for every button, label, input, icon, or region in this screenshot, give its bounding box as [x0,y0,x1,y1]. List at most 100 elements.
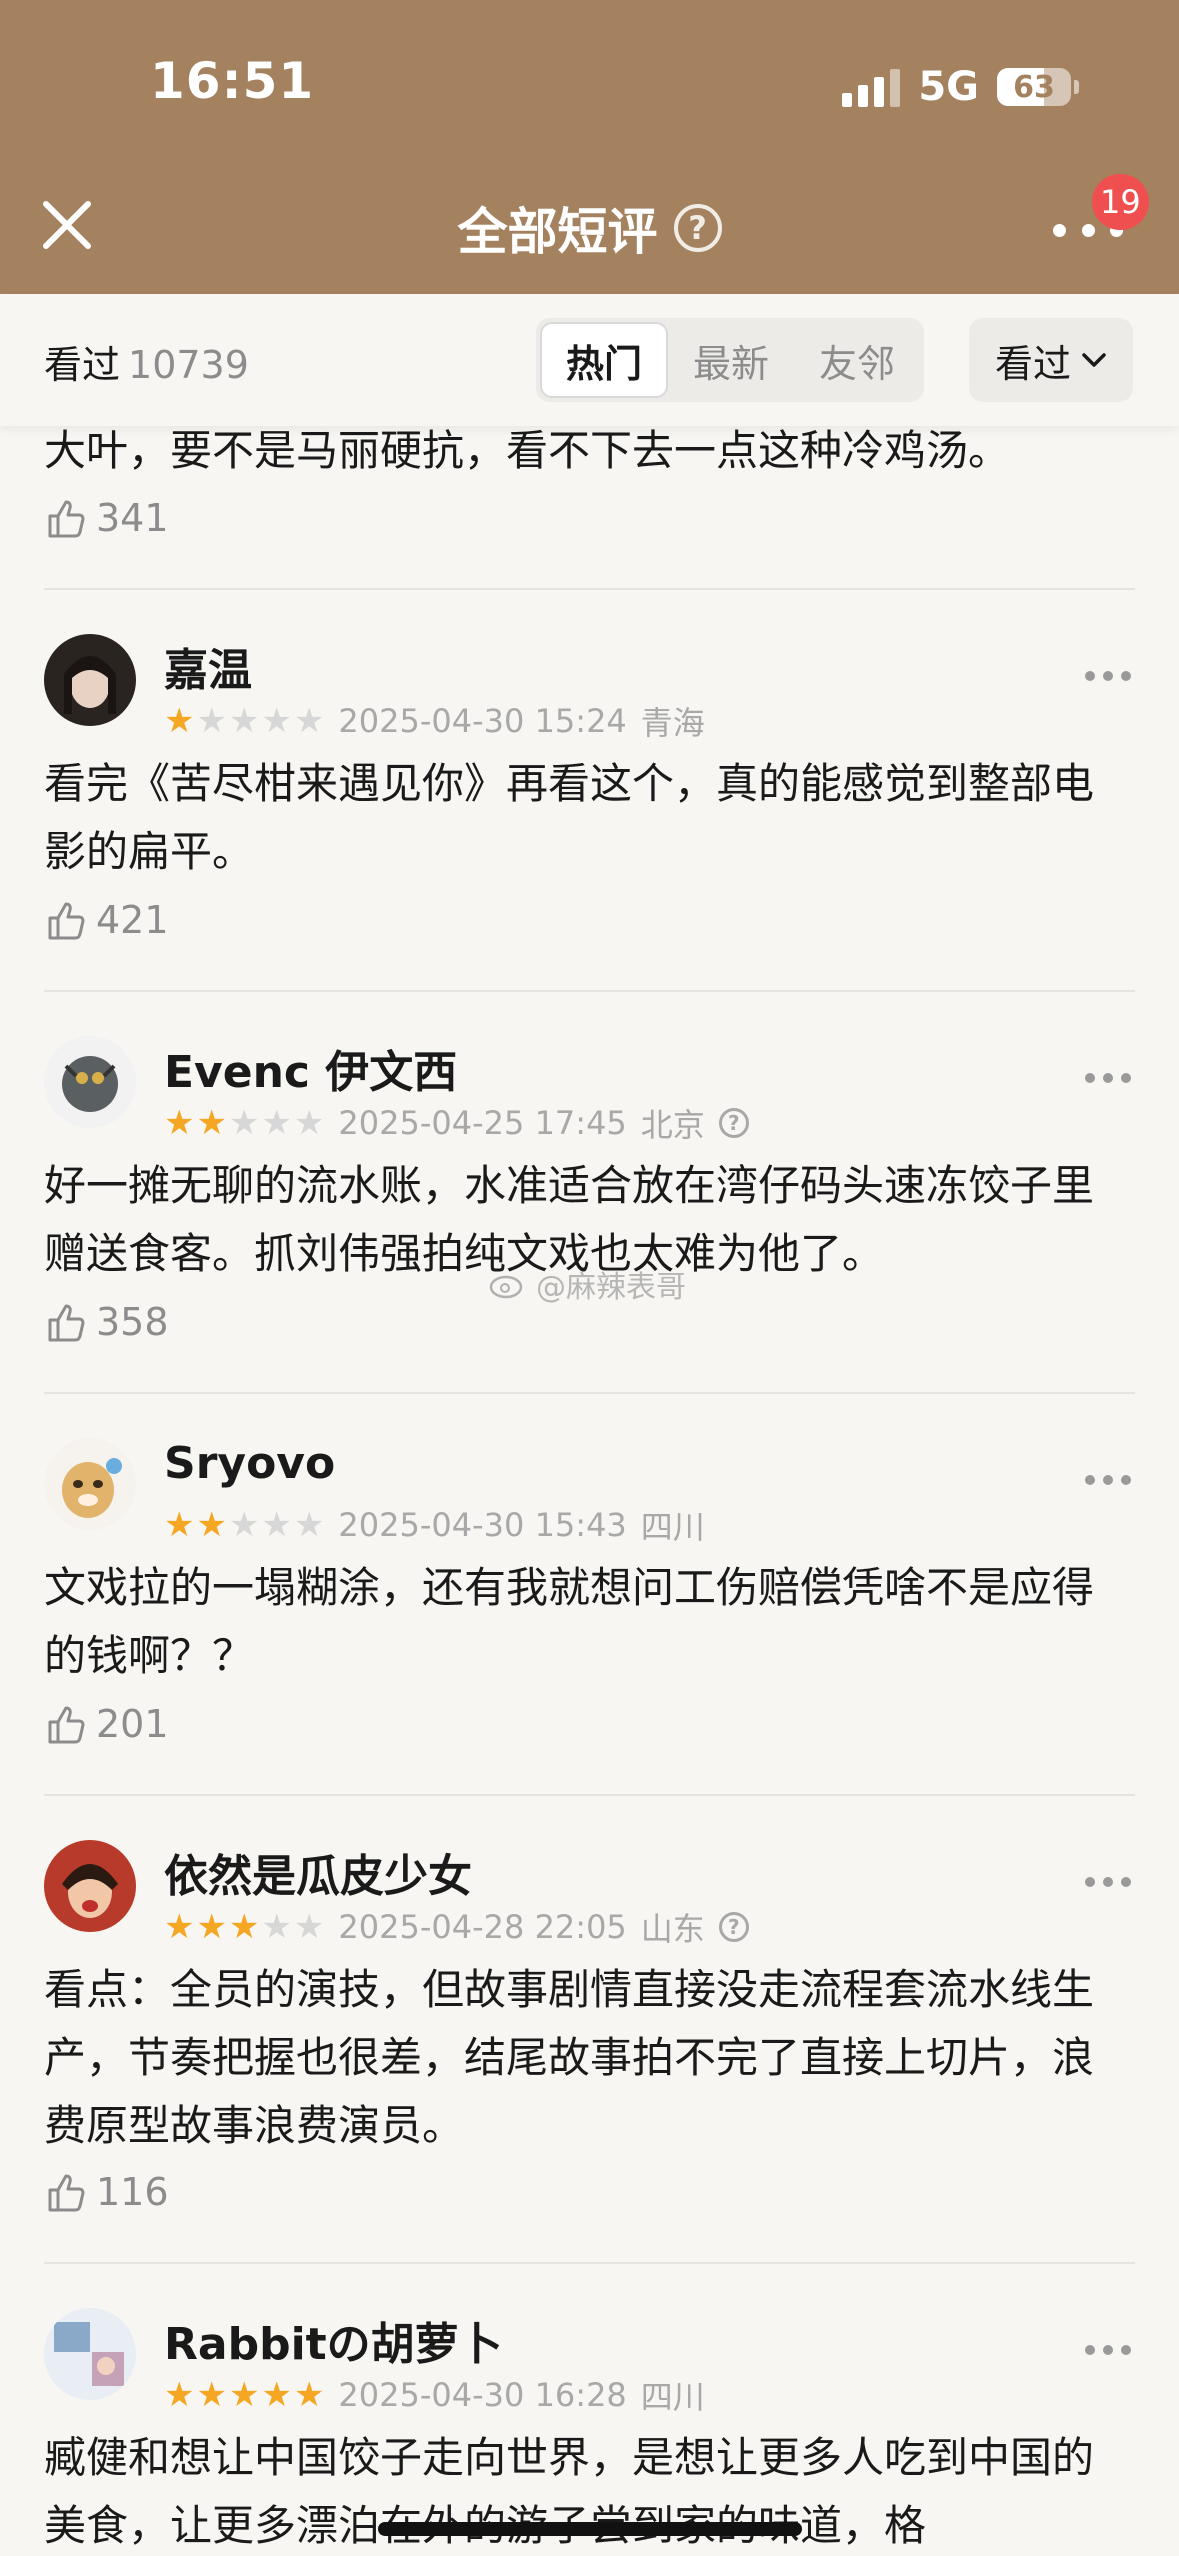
like-count: 358 [96,1300,169,1344]
avatar[interactable] [44,1840,136,1932]
comment-meta: ★ ★ ★ ★ ★ 2025-04-30 15:43 四川 [164,1502,705,1548]
like-button[interactable]: 358 [44,1300,169,1344]
rating-stars: ★ ★ ★ ★ ★ [164,704,324,738]
comment-date: 2025-04-25 17:45 [338,1104,627,1142]
avatar[interactable] [44,634,136,726]
dropdown-label: 看过 [994,341,1071,386]
watched-label: 看过 [44,343,121,387]
username[interactable]: Evenc 伊文西 [164,1036,457,1100]
watermark: @麻辣表哥 [488,1262,686,1306]
star-icon: ★ [293,1103,325,1143]
battery-icon: 63 [997,68,1079,106]
comment-text-partial: 大叶，要不是马丽硬抗，看不下去一点这种冷鸡汤。 [44,426,1011,475]
star-icon: ★ [261,1505,292,1545]
star-icon: ★ [261,1103,292,1143]
watched-filter-dropdown[interactable]: 看过 [969,318,1133,402]
thumbs-up-icon [48,902,85,940]
comment-text: 臧健和想让中国饺子走向世界，是想让更多人吃到中国的美食，让更多漂泊在外的游子尝到… [44,2433,1095,2550]
comment-date: 2025-04-30 15:24 [338,702,627,740]
star-icon: ★ [293,2375,325,2415]
ip-info-icon[interactable]: ? [718,1108,749,1138]
thumbs-up-icon [48,1304,85,1342]
comment-text: 看点：全员的演技，但故事剧情直接没走流程套流水线生产，节奏把握也很差，结尾故事拍… [44,1965,1095,2150]
star-icon: ★ [228,1103,260,1143]
rating-stars: ★ ★ ★ ★ ★ [164,2378,324,2412]
comment-date: 2025-04-30 15:43 [338,1506,627,1544]
comment-date: 2025-04-28 22:05 [338,1908,627,1946]
like-button[interactable]: 201 [44,1702,169,1746]
tab-friends[interactable]: 友邻 [794,322,920,398]
star-icon: ★ [293,1907,325,1947]
comment-location: 北京 [640,1106,705,1144]
rating-stars: ★ ★ ★ ★ ★ [164,1910,324,1944]
thumbs-up-icon [48,1706,85,1744]
username[interactable]: Rabbitの胡萝卜 [164,2308,503,2372]
username[interactable]: 依然是瓜皮少女 [164,1840,472,1904]
status-time: 16:51 [150,52,315,110]
ip-info-icon[interactable]: ? [718,1912,749,1942]
tab-hot[interactable]: 热门 [540,322,668,398]
like-count: 421 [96,898,169,942]
comment-location: 四川 [640,1508,705,1546]
comment-more-button[interactable] [1085,1474,1131,1486]
star-icon: ★ [261,1907,292,1947]
comment-text: 看完《苦尽柑来遇见你》再看这个，真的能感觉到整部电影的扁平。 [44,759,1095,876]
star-icon: ★ [293,701,325,741]
home-indicator[interactable] [378,2522,802,2536]
page-title: 全部短评 ? [0,192,1179,264]
star-icon: ★ [293,1505,325,1545]
star-icon: ★ [196,2375,227,2415]
comment-date: 2025-04-30 16:28 [338,2376,627,2414]
comment-location: 四川 [640,2378,705,2416]
help-icon[interactable]: ? [673,204,722,252]
star-icon: ★ [164,2375,195,2415]
watched-number: 10739 [128,343,249,387]
watermark-text: @麻辣表哥 [536,1270,686,1305]
divider [44,990,1135,992]
comment-meta: ★ ★ ★ ★ ★ 2025-04-30 16:28 四川 [164,2372,705,2418]
divider [44,1392,1135,1394]
status-icons: 5G 63 [842,62,1079,112]
username[interactable]: Sryovo [164,1438,335,1489]
comment-more-button[interactable] [1085,670,1131,682]
watched-count: 看过 10739 [44,334,249,389]
star-icon: ★ [196,1505,227,1545]
star-icon: ★ [164,1505,195,1545]
username[interactable]: 嘉温 [164,634,252,698]
star-icon: ★ [196,1907,227,1947]
like-button[interactable]: 341 [44,496,169,540]
avatar[interactable] [44,1036,136,1128]
divider [44,1794,1135,1796]
signal-icon [842,67,901,107]
like-button[interactable]: 421 [44,898,169,942]
tab-latest[interactable]: 最新 [668,322,794,398]
comment-text: 文戏拉的一塌糊涂，还有我就想问工伤赔偿凭啥不是应得的钱啊？？ [44,1563,1095,1680]
page-title-text: 全部短评 [457,203,658,261]
star-icon: ★ [164,1103,195,1143]
star-icon: ★ [228,1907,260,1947]
star-icon: ★ [228,701,260,741]
star-icon: ★ [228,2375,260,2415]
rating-stars: ★ ★ ★ ★ ★ [164,1106,324,1140]
battery-level: 63 [1013,69,1055,105]
like-button[interactable]: 116 [44,2170,169,2214]
star-icon: ★ [164,701,195,741]
star-icon: ★ [196,1103,227,1143]
sort-tabs: 热门 最新 友邻 [536,318,924,402]
comment-more-button[interactable] [1085,1876,1131,1888]
like-count: 341 [96,496,169,540]
rating-stars: ★ ★ ★ ★ ★ [164,1508,324,1542]
comment-more-button[interactable] [1085,1072,1131,1084]
notification-badge: 19 [1092,174,1149,230]
filter-bar: 看过 10739 热门 最新 友邻 看过 [0,294,1179,426]
comment-meta: ★ ★ ★ ★ ★ 2025-04-28 22:05 山东 ? [164,1904,749,1950]
thumbs-up-icon [48,500,85,538]
avatar[interactable] [44,1438,136,1530]
avatar[interactable] [44,2308,136,2400]
comment-more-button[interactable] [1085,2344,1131,2356]
comment-location: 青海 [640,704,705,742]
comment-meta: ★ ★ ★ ★ ★ 2025-04-25 17:45 北京 ? [164,1100,749,1146]
star-icon: ★ [228,1505,260,1545]
star-icon: ★ [261,2375,292,2415]
star-icon: ★ [196,701,227,741]
